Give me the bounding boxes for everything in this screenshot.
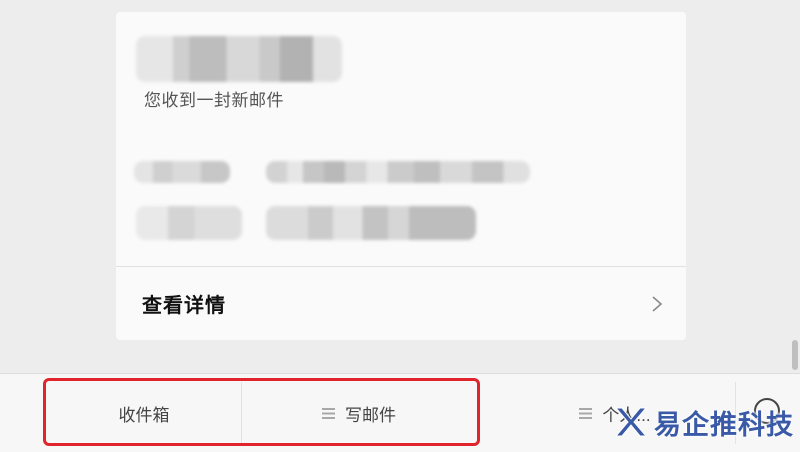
scrollbar-thumb[interactable] (792, 340, 798, 370)
menu-item-inbox[interactable]: 收件箱 (46, 374, 242, 452)
field-value-redacted (266, 206, 476, 240)
watermark: 易企推科技 (612, 402, 794, 442)
view-details-button[interactable]: 查看详情 (116, 267, 686, 340)
menu-item-label: 写邮件 (345, 405, 396, 425)
field-label-redacted (134, 161, 230, 183)
field-label-redacted (136, 206, 242, 240)
field-value-redacted (266, 161, 530, 183)
watermark-text: 易企推科技 (654, 409, 794, 441)
x-logo-icon (614, 407, 648, 437)
menu-lines-icon (322, 407, 335, 419)
sender-name-redacted (136, 36, 342, 82)
new-mail-notice: 您收到一封新邮件 (144, 91, 284, 110)
menu-item-label: 收件箱 (118, 405, 170, 425)
menu-item-compose[interactable]: 写邮件 (242, 374, 476, 452)
message-card: 您收到一封新邮件 查看详情 (116, 12, 686, 340)
view-details-label: 查看详情 (142, 295, 226, 317)
menu-lines-icon (579, 407, 593, 419)
chevron-right-icon (652, 295, 663, 312)
